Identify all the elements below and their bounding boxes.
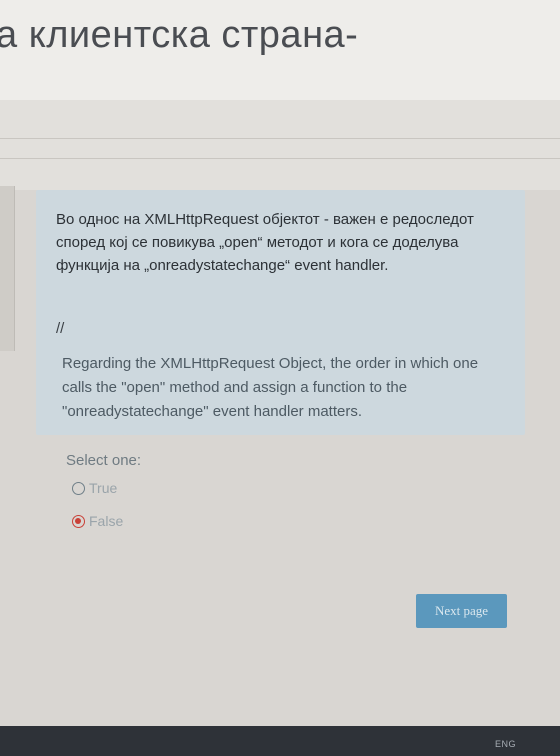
taskbar: ENG (0, 726, 560, 756)
language-indicator[interactable]: ENG (495, 739, 516, 749)
divider (0, 138, 560, 139)
question-box: Во однос на XMLHttpRequest објектот - ва… (36, 190, 525, 435)
option-false-label[interactable]: False (89, 513, 123, 529)
header-band (0, 100, 560, 190)
option-false[interactable]: False (72, 513, 123, 529)
radio-true[interactable] (72, 481, 85, 495)
radio-false-selected[interactable] (72, 514, 85, 528)
divider (0, 158, 560, 159)
question-text-en: Regarding the XMLHttpRequest Object, the… (62, 355, 479, 420)
option-true[interactable]: True (72, 480, 117, 496)
page-title: а клиентска страна- (0, 14, 359, 56)
select-one-label: Select one: (66, 452, 142, 469)
question-separator: // (56, 320, 65, 337)
option-true-label[interactable]: True (89, 480, 117, 496)
page-header: а клиентска страна- (0, 0, 560, 100)
next-page-button[interactable]: Next page (416, 594, 507, 628)
question-text-mk: Во однос на XMLHttpRequest објектот - ва… (56, 211, 474, 274)
question-info-panel (0, 186, 15, 351)
